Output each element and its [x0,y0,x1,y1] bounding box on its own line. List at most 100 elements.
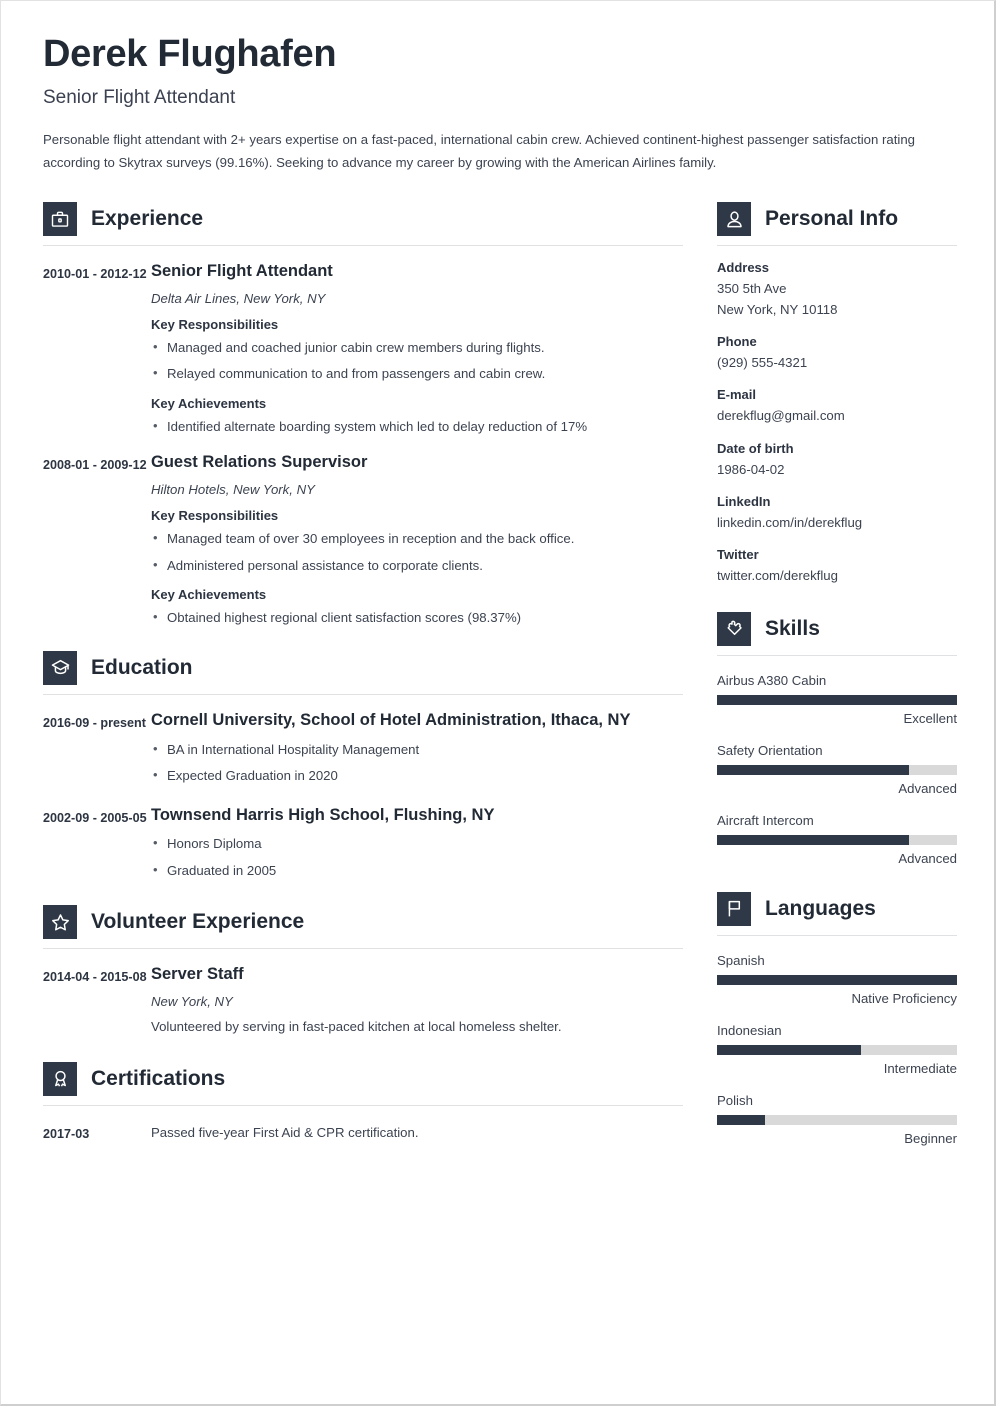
entry-content: Server Staff New York, NY Volunteered by… [151,964,683,1037]
language-name: Spanish [717,952,765,968]
skill-progress-track [717,764,957,775]
list-item: Administered personal assistance to corp… [151,555,683,576]
section-divider [43,245,683,247]
language-progress-track [717,1044,957,1055]
entry-role: Senior Flight Attendant [151,262,333,281]
section-skills: Skills Airbus A380 Cabin Excellent Safet… [717,611,957,866]
language-item: Polish Beginner [717,1093,957,1146]
entry-achievements-label: Key Achievements [151,587,267,603]
language-progress-fill [717,1044,861,1055]
section-header-education: Education [43,650,683,685]
entry-school: Cornell University, School of Hotel Admi… [151,710,631,729]
language-progress-fill [717,1114,765,1125]
entry-school: Townsend Harris High School, Flushing, N… [151,805,495,824]
section-title-languages: Languages [765,896,876,920]
graduation-cap-icon [43,650,77,685]
section-divider [43,693,683,695]
personal-info-phone: Phone (929) 555-4321 [717,334,957,373]
section-header-volunteer: Volunteer Experience [43,905,683,940]
field-label: LinkedIn [717,493,771,509]
field-label: Twitter [717,546,759,562]
skill-name: Airbus A380 Cabin [717,672,827,688]
field-value[interactable]: linkedin.com/in/derekflug [717,512,957,533]
entry-role: Guest Relations Supervisor [151,453,368,472]
language-level: Native Proficiency [851,990,957,1006]
entry-role: Server Staff [151,965,244,984]
certification-text: Passed five-year First Aid & CPR certifi… [151,1124,419,1140]
list-item: Managed team of over 30 employees in rec… [151,528,683,549]
skill-item: Aircraft Intercom Advanced [717,813,957,866]
skill-name: Aircraft Intercom [717,812,814,828]
section-volunteer-experience: Volunteer Experience 2014-04 - 2015-08 S… [43,905,683,1037]
skill-item: Airbus A380 Cabin Excellent [717,673,957,726]
entry-date: 2017-03 [43,1126,90,1141]
candidate-job-title: Senior Flight Attendant [43,86,236,108]
section-divider [717,654,957,656]
field-value[interactable]: twitter.com/derekflug [717,565,957,586]
skill-progress-fill [717,694,957,705]
personal-info-address: Address 350 5th Ave New York, NY 10118 [717,260,957,320]
entry-responsibilities-list: Managed and coached junior cabin crew me… [151,337,683,385]
section-title-personal-info: Personal Info [765,207,899,231]
entry-content: Passed five-year First Aid & CPR certifi… [151,1121,683,1146]
section-divider [43,948,683,950]
experience-entry: 2010-01 - 2012-12 Senior Flight Attendan… [43,261,683,437]
skill-name: Safety Orientation [717,742,823,758]
language-name: Indonesian [717,1022,782,1038]
personal-info-date-of-birth: Date of birth 1986-04-02 [717,441,957,480]
section-divider [717,245,957,247]
section-header-skills: Skills [717,611,957,646]
field-value-line1: 350 5th Ave [717,281,787,297]
entry-responsibilities-label: Key Responsibilities [151,508,279,524]
entry-content: Cornell University, School of Hotel Admi… [151,710,683,787]
skill-progress-track [717,694,957,705]
entry-bullets-list: BA in International Hospitality Manageme… [151,739,683,787]
flag-icon [717,891,751,926]
candidate-summary: Personable flight attendant with 2+ year… [43,131,916,170]
language-level: Beginner [904,1130,957,1146]
entry-content: Senior Flight Attendant Delta Air Lines,… [151,261,683,437]
field-value[interactable]: derekflug@gmail.com [717,405,957,426]
education-entry: 2002-09 - 2005-05 Townsend Harris High S… [43,805,683,882]
language-item: Spanish Native Proficiency [717,953,957,1006]
section-education: Education 2016-09 - present Cornell Univ… [43,650,683,882]
personal-info-twitter: Twitter twitter.com/derekflug [717,547,957,586]
language-progress-track [717,974,957,985]
entry-content: Townsend Harris High School, Flushing, N… [151,805,683,882]
experience-entry: 2008-01 - 2009-12 Guest Relations Superv… [43,452,683,628]
section-title-skills: Skills [765,616,820,640]
list-item: Managed and coached junior cabin crew me… [151,337,683,358]
list-item: Graduated in 2005 [151,860,683,881]
entry-date: 2008-01 - 2009-12 [43,458,147,473]
language-name: Polish [717,1092,753,1108]
section-divider [43,1104,683,1106]
language-level: Intermediate [883,1060,957,1076]
section-header-experience: Experience [43,202,683,237]
field-label: Date of birth [717,440,794,456]
skill-progress-track [717,834,957,845]
field-value-line2: New York, NY 10118 [717,302,838,318]
entry-achievements-list: Identified alternate boarding system whi… [151,416,683,437]
section-title-volunteer: Volunteer Experience [91,910,305,934]
list-item: Expected Graduation in 2020 [151,765,683,786]
field-label: Address [717,260,770,276]
entry-achievements-label: Key Achievements [151,395,267,411]
list-item: Obtained highest regional client satisfa… [151,607,683,628]
list-item: Relayed communication to and from passen… [151,363,683,384]
section-experience: Experience 2010-01 - 2012-12 Senior Flig… [43,202,683,629]
skill-item: Safety Orientation Advanced [717,743,957,796]
personal-info-linkedin: LinkedIn linkedin.com/in/derekflug [717,494,957,533]
skill-progress-fill [717,764,909,775]
entry-organization: Delta Air Lines, New York, NY [151,291,326,307]
briefcase-icon [43,202,77,237]
section-languages: Languages Spanish Native Proficiency Ind… [717,891,957,1146]
section-header-languages: Languages [717,891,957,926]
certification-entry: 2017-03 Passed five-year First Aid & CPR… [43,1121,683,1146]
skill-level: Advanced [898,780,957,796]
skill-progress-fill [717,834,909,845]
entry-responsibilities-label: Key Responsibilities [151,317,279,333]
volunteer-entry: 2014-04 - 2015-08 Server Staff New York,… [43,964,683,1037]
section-title-experience: Experience [91,207,204,231]
section-header-personal-info: Personal Info [717,202,957,237]
entry-date: 2010-01 - 2012-12 [43,267,147,282]
